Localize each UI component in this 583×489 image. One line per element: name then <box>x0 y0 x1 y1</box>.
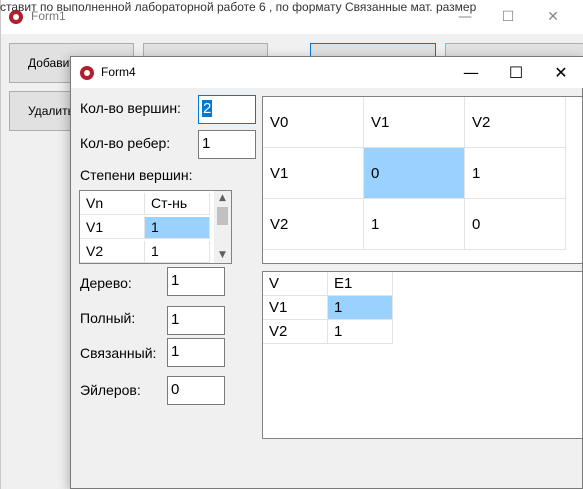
incidence-cell[interactable]: 1 <box>328 320 393 344</box>
incidence-cell[interactable]: 1 <box>328 296 393 320</box>
tree-input[interactable]: 1 <box>167 267 225 296</box>
complete-input[interactable]: 1 <box>167 306 225 335</box>
complete-label: Полный: <box>80 310 136 326</box>
vertex-count-label: Кол-во вершин: <box>80 100 181 116</box>
tree-label: Дерево: <box>80 275 132 291</box>
scroll-down-icon[interactable]: ▼ <box>214 248 231 262</box>
form4-maximize-button[interactable]: ☐ <box>494 57 538 88</box>
edge-count-input[interactable]: 1 <box>198 130 256 159</box>
scroll-thumb[interactable] <box>217 207 228 225</box>
eulerian-label: Эйлеров: <box>80 382 141 398</box>
connected-input[interactable]: 1 <box>167 338 225 367</box>
degrees-column-header[interactable]: Ст-нь <box>145 193 210 215</box>
adjacency-header-cell[interactable]: V2 <box>465 97 566 148</box>
adjacency-header-cell[interactable]: V1 <box>364 97 465 148</box>
adjacency-row-header[interactable]: V2 <box>263 199 364 250</box>
vertex-count-input[interactable]: 2 <box>198 95 256 124</box>
vertex-count-value: 2 <box>202 100 213 117</box>
app-icon <box>80 66 94 80</box>
table-cell[interactable]: V1 <box>80 217 145 239</box>
eulerian-input[interactable]: 0 <box>167 376 225 405</box>
form4-titlebar[interactable]: Form4 — ☐ ✕ <box>71 57 583 88</box>
degrees-column-header[interactable]: Vn <box>80 193 145 215</box>
degrees-scrollbar[interactable]: ▲ ▼ <box>214 191 231 263</box>
adjacency-row-header[interactable]: V1 <box>263 148 364 199</box>
table-row: V1 1 <box>80 217 210 239</box>
adjacency-cell[interactable]: 0 <box>364 148 465 199</box>
table-row: V2 1 <box>80 241 210 263</box>
adjacency-cell[interactable]: 1 <box>364 199 465 250</box>
adjacency-cell[interactable]: 0 <box>465 199 566 250</box>
edge-count-label: Кол-во ребер: <box>80 135 171 151</box>
scroll-up-icon[interactable]: ▲ <box>214 191 231 205</box>
form4-title: Form4 <box>101 65 136 79</box>
incidence-header-cell[interactable]: V <box>263 272 328 296</box>
adjacency-cell[interactable]: 1 <box>465 148 566 199</box>
form4-window: Form4 — ☐ ✕ Кол-во вершин: 2 Кол-во ребе… <box>70 56 583 489</box>
form4-minimize-button[interactable]: — <box>449 57 493 88</box>
incidence-matrix-grid[interactable]: V E1 V1 1 V2 1 <box>262 271 583 439</box>
adjacency-matrix-grid[interactable]: V0 V1 V2 V1 0 1 V2 1 0 <box>262 96 583 264</box>
adjacency-header-cell[interactable]: V0 <box>263 97 364 148</box>
degrees-grid[interactable]: Vn Ст-нь V1 1 V2 1 ▲ ▼ <box>79 190 232 264</box>
degrees-label: Степени вершин: <box>80 167 193 183</box>
incidence-header-cell[interactable]: E1 <box>328 272 393 296</box>
incidence-row-header[interactable]: V1 <box>263 296 328 320</box>
incidence-row-header[interactable]: V2 <box>263 320 328 344</box>
background-text: ставит по выполненной лабораторной работ… <box>0 0 477 14</box>
table-cell[interactable]: 1 <box>145 241 210 263</box>
table-cell[interactable]: V2 <box>80 241 145 263</box>
connected-label: Связанный: <box>80 345 157 361</box>
form4-close-button[interactable]: ✕ <box>539 57 583 88</box>
table-cell[interactable]: 1 <box>145 217 210 239</box>
degrees-header-row: Vn Ст-нь <box>80 193 210 215</box>
